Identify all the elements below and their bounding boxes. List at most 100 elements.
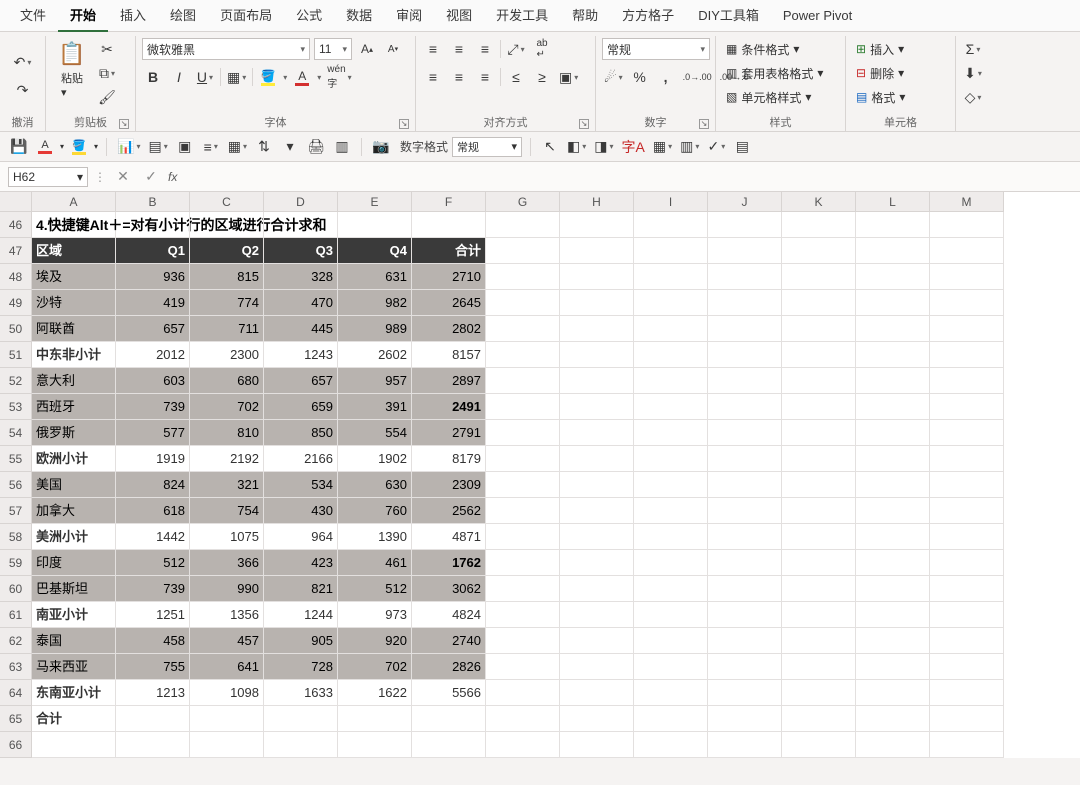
tab-page-layout[interactable]: 页面布局 [208,0,284,32]
qat-align-icon[interactable]: ≡▾ [200,136,222,158]
qat-save-icon[interactable]: 💾 [8,136,30,158]
cell[interactable] [856,628,930,654]
qat-camera-icon[interactable]: 📷 [370,136,392,158]
row-header[interactable]: 52 [0,368,32,394]
cell[interactable]: 774 [190,290,264,316]
phonetic-button[interactable]: wén字▾ [325,66,353,88]
cell[interactable]: 8179 [412,446,486,472]
row-header[interactable]: 55 [0,446,32,472]
cell[interactable]: 577 [116,420,190,446]
cell[interactable] [930,524,1004,550]
cell[interactable] [708,212,782,238]
row-header[interactable]: 56 [0,472,32,498]
cell[interactable] [486,732,560,758]
cell[interactable]: 4824 [412,602,486,628]
cell[interactable] [782,290,856,316]
cell[interactable] [560,264,634,290]
cell[interactable]: 321 [190,472,264,498]
cell[interactable] [338,212,412,238]
cell[interactable]: 1098 [190,680,264,706]
tab-review[interactable]: 审阅 [384,0,434,32]
cell[interactable]: 754 [190,498,264,524]
borders-button[interactable]: ▦▾ [225,66,248,88]
cell[interactable] [708,654,782,680]
cell[interactable]: Q4 [338,238,412,264]
column-header[interactable]: F [412,192,486,212]
cut-button[interactable]: ✂ [96,38,118,60]
cell[interactable]: 512 [338,576,412,602]
cell[interactable]: 659 [264,394,338,420]
cell[interactable] [486,472,560,498]
cell[interactable]: 702 [338,654,412,680]
cell[interactable] [708,576,782,602]
font-name-combo[interactable]: 微软雅黑 ▾ [142,38,310,60]
cell[interactable]: 631 [338,264,412,290]
merge-center-button[interactable]: ▣▾ [557,66,580,88]
column-header[interactable]: B [116,192,190,212]
cell[interactable]: 702 [190,394,264,420]
cell[interactable] [486,342,560,368]
cell[interactable] [116,706,190,732]
copy-button[interactable]: ⧉▾ [96,62,118,84]
cell[interactable]: 657 [264,368,338,394]
cell[interactable] [412,212,486,238]
cell[interactable]: 1243 [264,342,338,368]
cell[interactable]: 824 [116,472,190,498]
column-header[interactable]: A [32,192,116,212]
cell[interactable]: 美洲小计 [32,524,116,550]
cell[interactable]: 2802 [412,316,486,342]
cell[interactable]: 554 [338,420,412,446]
cell[interactable]: 512 [116,550,190,576]
cell[interactable] [856,602,930,628]
qat-filter-icon[interactable]: ▾ [279,136,301,158]
cell[interactable]: 657 [116,316,190,342]
cell[interactable] [930,238,1004,264]
cell[interactable] [930,706,1004,732]
cell[interactable] [708,368,782,394]
cell[interactable] [782,446,856,472]
percent-button[interactable]: % [629,66,651,88]
cell[interactable] [708,264,782,290]
cell[interactable] [560,394,634,420]
cell[interactable] [856,446,930,472]
cell[interactable] [930,680,1004,706]
qat-shape2-icon[interactable]: ◨▾ [592,136,615,158]
cell[interactable] [930,732,1004,758]
cell[interactable]: 618 [116,498,190,524]
cell[interactable] [856,576,930,602]
cell[interactable] [782,706,856,732]
cell[interactable]: 423 [264,550,338,576]
cell[interactable] [560,628,634,654]
clear-button[interactable]: ◇▾ [962,86,984,108]
row-header[interactable]: 64 [0,680,32,706]
cell[interactable] [782,602,856,628]
cell[interactable] [634,446,708,472]
alignment-launcher[interactable]: ↘ [579,119,589,129]
cell[interactable]: 欧洲小计 [32,446,116,472]
row-header[interactable]: 58 [0,524,32,550]
tab-fangfang[interactable]: 方方格子 [610,0,686,32]
cell[interactable]: 328 [264,264,338,290]
autosum-button[interactable]: Σ▾ [962,38,984,60]
cell[interactable]: 合计 [32,706,116,732]
formula-input[interactable] [183,167,1080,187]
cell[interactable] [708,446,782,472]
cell[interactable] [856,342,930,368]
cell[interactable]: Q3 [264,238,338,264]
qat-cellfmt-icon[interactable]: ▦▾ [651,136,674,158]
italic-button[interactable]: I [168,66,190,88]
cell[interactable]: 470 [264,290,338,316]
cell[interactable] [116,732,190,758]
tab-developer[interactable]: 开发工具 [484,0,560,32]
cell[interactable] [634,732,708,758]
cell[interactable]: 391 [338,394,412,420]
cell[interactable] [634,472,708,498]
row-header[interactable]: 51 [0,342,32,368]
qat-validate-icon[interactable]: ✓▾ [705,136,727,158]
cell[interactable] [930,550,1004,576]
cell[interactable] [264,732,338,758]
cell[interactable]: 680 [190,368,264,394]
cell[interactable] [782,264,856,290]
align-center-button[interactable]: ≡ [448,66,470,88]
cell[interactable]: 366 [190,550,264,576]
